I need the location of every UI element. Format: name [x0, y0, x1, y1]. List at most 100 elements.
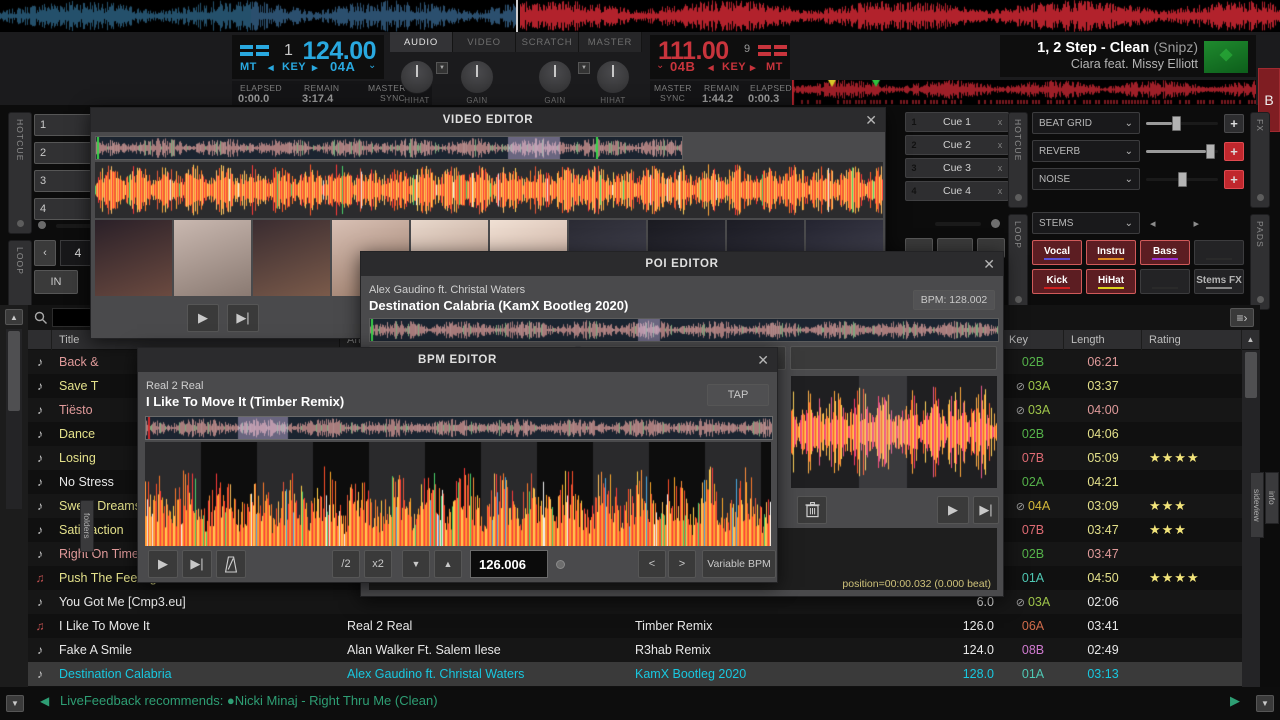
video-editor-detail-waveform[interactable]: [95, 162, 883, 218]
deck-b-key-value[interactable]: 04B: [670, 59, 695, 74]
sidetab-info[interactable]: info: [1265, 472, 1279, 524]
stems-panel[interactable]: STEMS ⌄ ◂ ▸ VocalInstruBassKickHiHatStem…: [1032, 212, 1248, 310]
fx-slider-noise[interactable]: [1146, 169, 1218, 189]
cue-2-delete-icon[interactable]: x: [992, 140, 1008, 150]
header-sort-icon[interactable]: ▲: [1242, 330, 1260, 350]
deck-b-video-thumb[interactable]: ⯁: [1204, 41, 1248, 73]
status-collapse-icon[interactable]: ▼: [1256, 695, 1274, 712]
bpm-nudge-left-button[interactable]: <: [638, 550, 666, 578]
sidetab-folders[interactable]: folders: [80, 500, 94, 552]
chevron-down-icon[interactable]: ⌄: [1125, 146, 1133, 157]
fx-row-noise[interactable]: NOISE ⌄ +: [1032, 168, 1248, 190]
key-next-arrow-b[interactable]: ▸: [750, 61, 756, 74]
fx-slider-beatgrid[interactable]: [1146, 113, 1218, 133]
stem-button-vocal[interactable]: Vocal: [1032, 240, 1082, 265]
cue-1-delete-icon[interactable]: x: [992, 117, 1008, 127]
browser-scroll-up-button[interactable]: ▲: [5, 309, 23, 325]
left-hotcue-rail[interactable]: HOTCUE: [8, 112, 32, 234]
status-bar[interactable]: ▼ ◀ LiveFeedback recommends: ●Nicki Mina…: [0, 687, 1280, 720]
stem-button-stems-fx[interactable]: Stems FX: [1194, 269, 1244, 294]
bpm-value-field[interactable]: 126.006: [470, 550, 548, 578]
poi-editor-close-icon[interactable]: ✕: [983, 255, 995, 273]
table-row[interactable]: ♪Fake A SmileAlan Walker Ft. Salem Ilese…: [28, 638, 1260, 662]
deck-a-top-waveform[interactable]: [0, 0, 516, 32]
fx-slider-reverb[interactable]: [1146, 141, 1218, 161]
bpm-increment-button[interactable]: ▲: [434, 550, 462, 578]
stem-button-empty-3[interactable]: [1194, 240, 1244, 265]
chevron-down-icon[interactable]: ⌄: [1125, 218, 1133, 229]
poi-delete-button[interactable]: [797, 496, 827, 524]
fx-select-reverb[interactable]: REVERB ⌄: [1032, 140, 1140, 162]
deck-b-detail-waveform[interactable]: [792, 80, 1256, 105]
header-key[interactable]: Key: [1002, 330, 1064, 350]
header-rating[interactable]: Rating: [1142, 330, 1242, 350]
hotcue-slot-2[interactable]: 2: [34, 142, 92, 164]
knob-a-dropdown-icon[interactable]: ▼: [436, 62, 448, 74]
bpm-tap-button[interactable]: TAP: [707, 384, 769, 406]
bpm-double-button[interactable]: x2: [364, 550, 392, 578]
browser-left-scrollbar-thumb[interactable]: [8, 331, 20, 411]
fx-panel[interactable]: BEAT GRID ⌄ + REVERB ⌄ + NOISE ⌄ +: [1032, 112, 1248, 202]
top-waveform-strip[interactable]: [0, 0, 1280, 32]
stems-next-icon[interactable]: ▸: [1194, 217, 1200, 230]
bpm-editor-titlebar[interactable]: BPM EDITOR ✕: [138, 348, 777, 372]
tab-audio[interactable]: AUDIO: [390, 32, 453, 52]
mixer-tabs[interactable]: AUDIO VIDEO SCRATCH MASTER: [390, 32, 642, 52]
deck-b-mt-label[interactable]: MT: [766, 61, 783, 73]
cell-rating[interactable]: ★★★★: [1142, 450, 1242, 466]
fx-add-noise-button[interactable]: +: [1224, 170, 1244, 189]
stem-button-bass[interactable]: Bass: [1140, 240, 1190, 265]
video-editor-cue-button[interactable]: ▶|: [227, 304, 259, 332]
poi-tab-3[interactable]: [790, 346, 997, 370]
bpm-cue-button[interactable]: ▶|: [182, 550, 212, 578]
fx-select-beatgrid[interactable]: BEAT GRID ⌄: [1032, 112, 1140, 134]
cue-4-delete-icon[interactable]: x: [992, 186, 1008, 196]
poi-editor-detail-waveform[interactable]: [791, 376, 997, 488]
knob-hihat-a[interactable]: HIHAT: [400, 60, 434, 105]
video-editor-titlebar[interactable]: VIDEO EDITOR ✕: [91, 108, 885, 132]
tab-scratch[interactable]: SCRATCH: [516, 32, 579, 52]
filmstrip-frame[interactable]: [253, 220, 330, 296]
poi-editor-overview-waveform[interactable]: [369, 318, 999, 342]
bpm-nudge-right-button[interactable]: >: [668, 550, 696, 578]
stem-button-kick[interactable]: Kick: [1032, 269, 1082, 294]
knob-b-dropdown-icon[interactable]: ▼: [578, 62, 590, 74]
browser-left-scrollbar[interactable]: [6, 329, 22, 509]
bpm-decrement-button[interactable]: ▼: [402, 550, 430, 578]
right-hotcue-rail[interactable]: HOTCUE: [1008, 112, 1028, 208]
cue-button-3[interactable]: 3 Cue 3 x: [905, 158, 1009, 178]
knob-gain-a[interactable]: GAIN: [460, 60, 494, 105]
bpm-metronome-button[interactable]: [216, 550, 246, 578]
cue-list[interactable]: 1 Cue 1 x 2 Cue 2 x 3 Cue 3 x 4 Cue 4 x: [905, 112, 1009, 208]
video-editor-overview-waveform[interactable]: [95, 136, 683, 160]
table-row[interactable]: ♫I Like To Move ItReal 2 RealTimber Remi…: [28, 614, 1260, 638]
poi-editor-bpm-badge[interactable]: BPM: 128.002: [913, 290, 995, 310]
tab-master[interactable]: MASTER: [579, 32, 642, 52]
deck-a-key-value[interactable]: 04A: [330, 59, 355, 74]
key-prev-arrow-b[interactable]: ◂: [708, 61, 714, 74]
stems-button-grid[interactable]: VocalInstruBassKickHiHatStems FX: [1032, 240, 1248, 294]
header-icon-col[interactable]: [28, 330, 52, 350]
video-editor-play-button[interactable]: ▶: [187, 304, 219, 332]
right-loop-rail[interactable]: LOOP: [1008, 214, 1028, 310]
deck-b-sync-label[interactable]: SYNC: [660, 93, 685, 103]
knob-gain-b[interactable]: GAIN: [538, 60, 572, 105]
bpm-editor-dialog[interactable]: BPM EDITOR ✕ Real 2 Real I Like To Move …: [137, 347, 778, 583]
browser-menu-icon[interactable]: ≡›: [1230, 308, 1254, 327]
deck-b-top-waveform[interactable]: [520, 0, 1280, 32]
stem-button-instru[interactable]: Instru: [1086, 240, 1136, 265]
filmstrip-frame[interactable]: [95, 220, 172, 296]
knob-hihat-b[interactable]: HIHAT: [596, 60, 630, 105]
search-icon[interactable]: [34, 311, 48, 325]
deck-a-mt-label[interactable]: MT: [240, 61, 257, 73]
loop-in-button[interactable]: IN: [34, 270, 78, 294]
poi-play-button[interactable]: ▶: [937, 496, 969, 524]
stems-prev-icon[interactable]: ◂: [1150, 217, 1156, 230]
fx-add-beatgrid-button[interactable]: +: [1224, 114, 1244, 133]
cue-button-4[interactable]: 4 Cue 4 x: [905, 181, 1009, 201]
bpm-play-button[interactable]: ▶: [148, 550, 178, 578]
status-dropdown-icon[interactable]: ▼: [6, 695, 24, 712]
deck-b-key-chevron-icon[interactable]: ⌄: [656, 60, 664, 71]
key-next-arrow-a[interactable]: ▸: [312, 61, 318, 74]
video-editor-close-icon[interactable]: ✕: [865, 111, 877, 129]
